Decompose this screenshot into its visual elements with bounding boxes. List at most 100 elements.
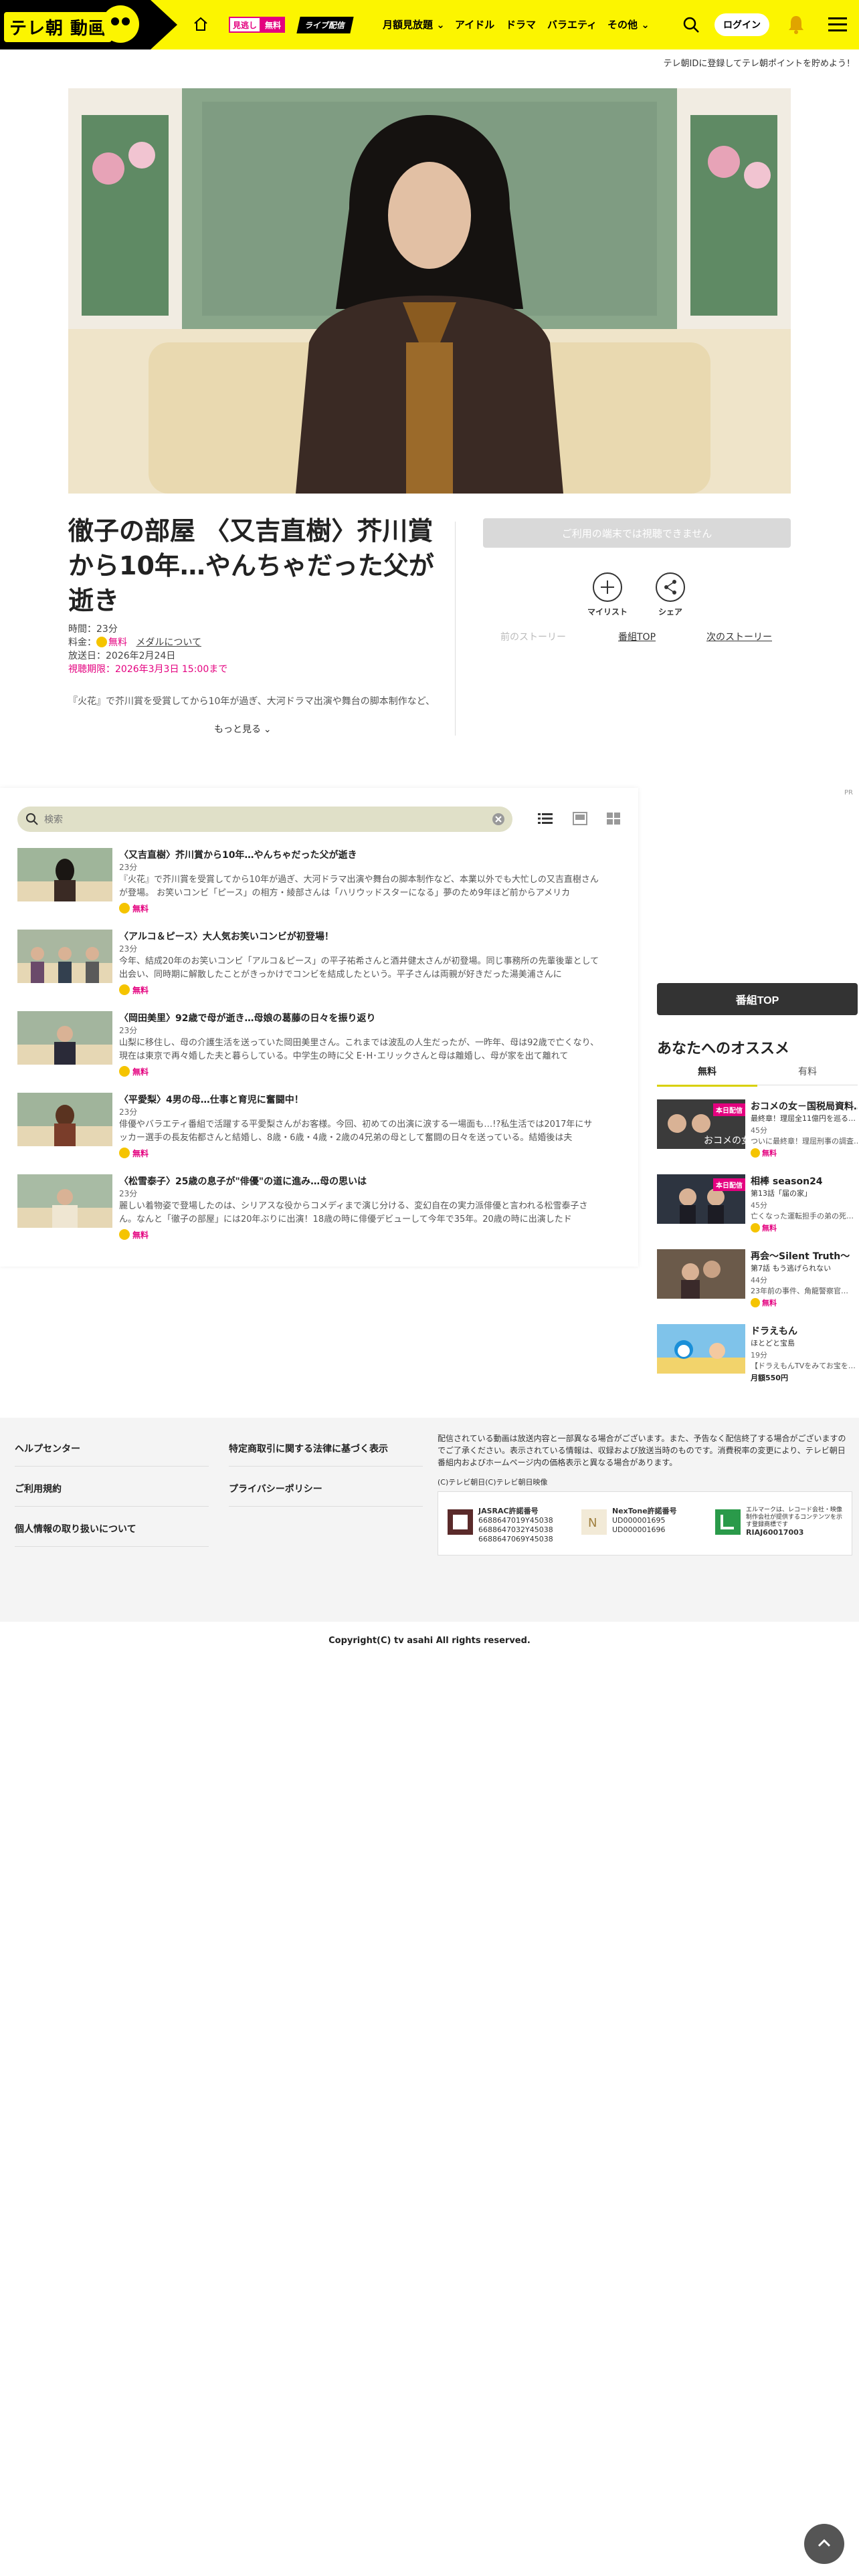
- episode-name: 〈アルコ＆ピース〉大人気お笑いコンビが初登場！: [119, 932, 334, 942]
- login-button[interactable]: ログイン: [714, 13, 769, 36]
- free-label: 無料: [762, 1149, 777, 1158]
- clear-icon[interactable]: [492, 813, 504, 825]
- search-icon[interactable]: [682, 16, 700, 33]
- privacy-handling-link[interactable]: 個人情報の取り扱いについて: [15, 1522, 209, 1547]
- recommendation-name: 相棒 season24: [751, 1176, 823, 1187]
- jasrac-number: 6688647069Y45038: [478, 1535, 553, 1543]
- recommendation-duration: 44分: [751, 1276, 767, 1285]
- list-item[interactable]: 〈平愛梨〉4男の母…仕事と育児に奮闘中！ 23分 俳優やバラエティ番組で活躍する…: [17, 1093, 593, 1168]
- recommendation-desc: 亡くなった運転担手の弟の死…: [751, 1212, 854, 1220]
- list-item[interactable]: 〈アルコ＆ピース〉大人気お笑いコンビが初登場！ 23分 今年、結成20年のお笑い…: [17, 930, 599, 1004]
- hamburger-menu-icon[interactable]: [828, 17, 847, 32]
- terms-link[interactable]: ご利用規約: [15, 1482, 209, 1507]
- share-button[interactable]: シェア: [644, 572, 697, 617]
- show-more-button[interactable]: もっと見る ⌄: [214, 722, 272, 736]
- jasrac-info: JASRAC許諾番号 6688647019Y45038 6688647032Y4…: [478, 1507, 553, 1544]
- card-view-icon[interactable]: [573, 812, 587, 825]
- search-icon: [26, 813, 38, 825]
- coin-icon: [119, 903, 130, 914]
- video-hero-image[interactable]: [68, 88, 791, 494]
- recommendation-item[interactable]: 本日配信 相棒 season24 第13話「届の家」 45分 亡くなった運転担手…: [657, 1174, 858, 1248]
- episode-search-input[interactable]: [44, 812, 472, 827]
- recommendation-desc: ついに最終章！理屈刑事の調査…: [751, 1137, 858, 1146]
- episode-duration: 時間：23分: [68, 624, 118, 635]
- free-badge: 無料: [119, 903, 149, 914]
- list-view-icon[interactable]: [538, 812, 553, 825]
- recommendation-name: ドラえもん: [751, 1326, 797, 1337]
- notification-bell-icon[interactable]: [787, 15, 805, 35]
- nav-item-idol[interactable]: アイドル: [455, 17, 494, 31]
- recommendation-thumbnail: [657, 1324, 745, 1374]
- back-to-top-button[interactable]: [804, 2524, 844, 2564]
- coin-icon: [751, 1298, 760, 1307]
- nav-item-monthly[interactable]: 月額見放題 ⌄: [383, 17, 445, 31]
- cannot-watch-button[interactable]: ご利用の端末では視聴できません: [483, 518, 791, 548]
- nav-item-other[interactable]: その他 ⌄: [607, 17, 650, 31]
- help-center-link[interactable]: ヘルプセンター: [15, 1442, 209, 1467]
- privacy-policy-link[interactable]: プライバシーポリシー: [229, 1482, 423, 1507]
- price-label: 料金：: [68, 637, 96, 648]
- episode-duration: 23分: [119, 1026, 138, 1035]
- free-label: 無料: [762, 1299, 777, 1307]
- mitoshi-label: 見逃し: [229, 17, 262, 33]
- price-value: 無料: [108, 637, 127, 648]
- coin-icon: [751, 1223, 760, 1232]
- episode-thumbnail: [17, 848, 112, 901]
- recommendation-name: 再会～Silent Truth～: [751, 1251, 850, 1262]
- free-label: 無料: [132, 1230, 149, 1240]
- recommendations-title: あなたへのオススメ: [657, 1041, 790, 1057]
- recommendation-item[interactable]: 再会～Silent Truth～ 第7話 もう逃げられない 44分 23年前の事…: [657, 1249, 858, 1323]
- recommendation-subtitle: 第13話「届の家」: [751, 1189, 812, 1198]
- recommendation-desc: 【ドラえもんTVをみてお宝を…: [751, 1362, 856, 1370]
- divider: [455, 522, 456, 736]
- site-header: テレ朝 動画 見逃し 無料 ライブ配信 月額見放題 ⌄ アイドル ドラマ バラエ…: [0, 0, 859, 49]
- live-badge[interactable]: ライブ配信: [296, 17, 354, 33]
- register-message[interactable]: テレ朝IDに登録してテレ朝ポイントを貯めよう！: [664, 56, 855, 69]
- recommendation-item[interactable]: ドラえもん ほとどと宝島 19分 【ドラえもんTVをみてお宝を… 月額550円: [657, 1324, 858, 1398]
- home-icon[interactable]: [193, 16, 209, 32]
- episode-search-bar[interactable]: [17, 807, 512, 832]
- commercial-law-link[interactable]: 特定商取引に関する法律に基づく表示: [229, 1442, 423, 1467]
- episode-duration: 23分: [119, 1189, 138, 1198]
- tab-paid[interactable]: 有料: [757, 1065, 858, 1085]
- jasrac-logo-icon: [448, 1509, 473, 1535]
- share-label: シェア: [658, 607, 682, 617]
- list-item[interactable]: 〈又吉直樹〉芥川賞から10年…やんちゃだった父が逝き 23分 『火花』で芥川賞を…: [17, 848, 599, 923]
- copyright: Copyright(C) tv asahi All rights reserve…: [328, 1636, 531, 1646]
- episode-thumbnail: [17, 1093, 112, 1146]
- episode-duration: 23分: [119, 1107, 138, 1117]
- recommendation-desc: 23年前の事件、角龍警察官…: [751, 1287, 848, 1295]
- free-label: 無料: [261, 17, 286, 33]
- grid-view-icon[interactable]: [606, 812, 621, 825]
- free-badge: 無料: [751, 1222, 777, 1233]
- coin-icon: [751, 1148, 760, 1158]
- plus-icon: [593, 572, 622, 602]
- episode-name: 〈又吉直樹〉芥川賞から10年…やんちゃだった父が逝き: [119, 850, 357, 861]
- site-logo[interactable]: テレ朝 動画: [4, 12, 112, 42]
- mitoshi-free-badge[interactable]: 見逃し 無料: [229, 17, 286, 33]
- riaj-number: RIAJ60017003: [746, 1528, 804, 1537]
- episode-list-panel: 〈又吉直樹〉芥川賞から10年…やんちゃだった父が逝き 23分 『火花』で芥川賞を…: [0, 788, 638, 1267]
- list-item[interactable]: 〈岡田美里〉92歳で母が逝き…母娘の葛藤の日々を振り返り 23分 山梨に移住し、…: [17, 1011, 599, 1086]
- list-item[interactable]: 〈松雪泰子〉25歳の息子が"俳優"の道に進み…母の思いは 23分 麗しい着物姿で…: [17, 1174, 593, 1249]
- nav-label: 月額見放題: [383, 19, 434, 31]
- nav-item-variety[interactable]: バラエティ: [547, 17, 597, 31]
- next-story-link[interactable]: 次のストーリー: [706, 630, 772, 643]
- recommendation-item[interactable]: おコメの女 本日配信 おコメの女－国税局資料… 最終章！理屈全11億円を巡る… …: [657, 1099, 858, 1173]
- free-label: 無料: [132, 986, 149, 995]
- nextone-number: UD000001695: [612, 1516, 666, 1525]
- tab-free[interactable]: 無料: [657, 1065, 757, 1087]
- svg-text:N: N: [588, 1516, 597, 1530]
- program-top-link[interactable]: 番組TOP: [618, 630, 656, 643]
- site-footer: ヘルプセンター ご利用規約 個人情報の取り扱いについて 特定商取引に関する法律に…: [0, 1418, 859, 1622]
- prev-story-link[interactable]: 前のストーリー: [500, 630, 566, 643]
- mylist-button[interactable]: マイリスト: [581, 572, 634, 617]
- episode-desc: 『火花』で芥川賞を受賞してから10年が過ぎ、大河ドラマ出演や舞台の脚本制作など、…: [119, 875, 599, 898]
- license-box: JASRAC許諾番号 6688647019Y45038 6688647032Y4…: [438, 1491, 852, 1555]
- medal-link[interactable]: メダルについて: [136, 637, 201, 648]
- program-top-button[interactable]: 番組TOP: [657, 983, 858, 1015]
- nextone-logo-icon: N: [581, 1509, 607, 1535]
- nav-item-drama[interactable]: ドラマ: [506, 17, 536, 31]
- coin-icon: [119, 984, 130, 995]
- recommendation-subtitle: 第7話 もう逃げられない: [751, 1264, 832, 1273]
